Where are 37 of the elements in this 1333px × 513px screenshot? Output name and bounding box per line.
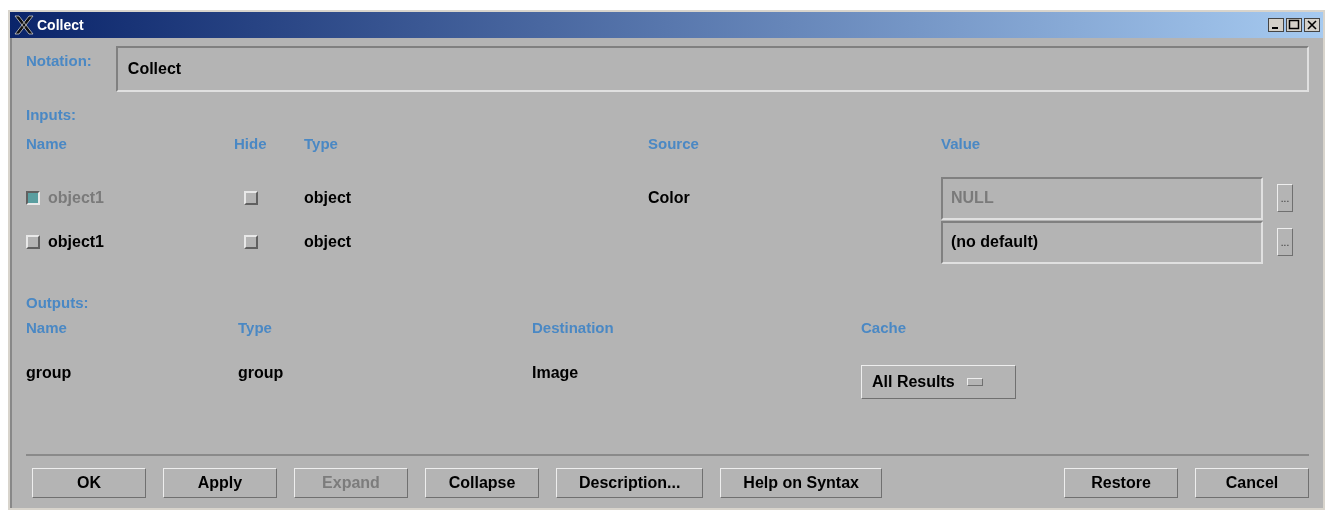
input-type: object <box>304 233 352 251</box>
output-destination: Image <box>532 364 579 382</box>
output-name: group <box>26 364 72 382</box>
column-header: Value <box>941 134 981 152</box>
input-type: object <box>304 189 352 207</box>
notation-field[interactable]: Collect <box>115 46 1309 92</box>
maximize-icon[interactable] <box>1286 18 1302 32</box>
cache-dropdown[interactable]: All Results <box>861 365 1016 399</box>
dialog-button[interactable]: OK <box>32 468 146 498</box>
x-logo-icon <box>13 14 35 36</box>
hide-checkbox[interactable] <box>244 235 258 249</box>
input-name: object1 <box>48 189 104 207</box>
column-header: Hide <box>234 134 267 152</box>
input-source: Color <box>648 189 690 207</box>
input-name: object1 <box>48 233 104 251</box>
dialog-button[interactable]: Apply <box>163 468 277 498</box>
notation-label: Notation: <box>26 52 92 69</box>
window-title: Collect <box>37 17 85 33</box>
column-header: Type <box>238 318 272 336</box>
close-icon[interactable] <box>1304 18 1320 32</box>
column-header: Name <box>26 134 67 152</box>
browse-button[interactable]: ... <box>1277 228 1293 256</box>
dialog-button[interactable]: Collapse <box>425 468 539 498</box>
output-type: group <box>238 364 284 382</box>
value-field[interactable]: (no default) <box>941 220 1263 264</box>
dialog-button[interactable]: Help on Syntax <box>720 468 882 498</box>
column-header: Destination <box>532 318 614 336</box>
column-header: Source <box>648 134 699 152</box>
column-header: Name <box>26 318 67 336</box>
dialog-button[interactable]: Cancel <box>1195 468 1309 498</box>
dialog-button[interactable]: Restore <box>1064 468 1178 498</box>
minimize-icon[interactable] <box>1268 18 1284 32</box>
column-header: Type <box>304 134 338 152</box>
outputs-label: Outputs: <box>26 294 89 311</box>
column-header: Cache <box>861 318 907 336</box>
dialog-button[interactable]: Description... <box>556 468 704 498</box>
inputs-label: Inputs: <box>26 106 76 123</box>
